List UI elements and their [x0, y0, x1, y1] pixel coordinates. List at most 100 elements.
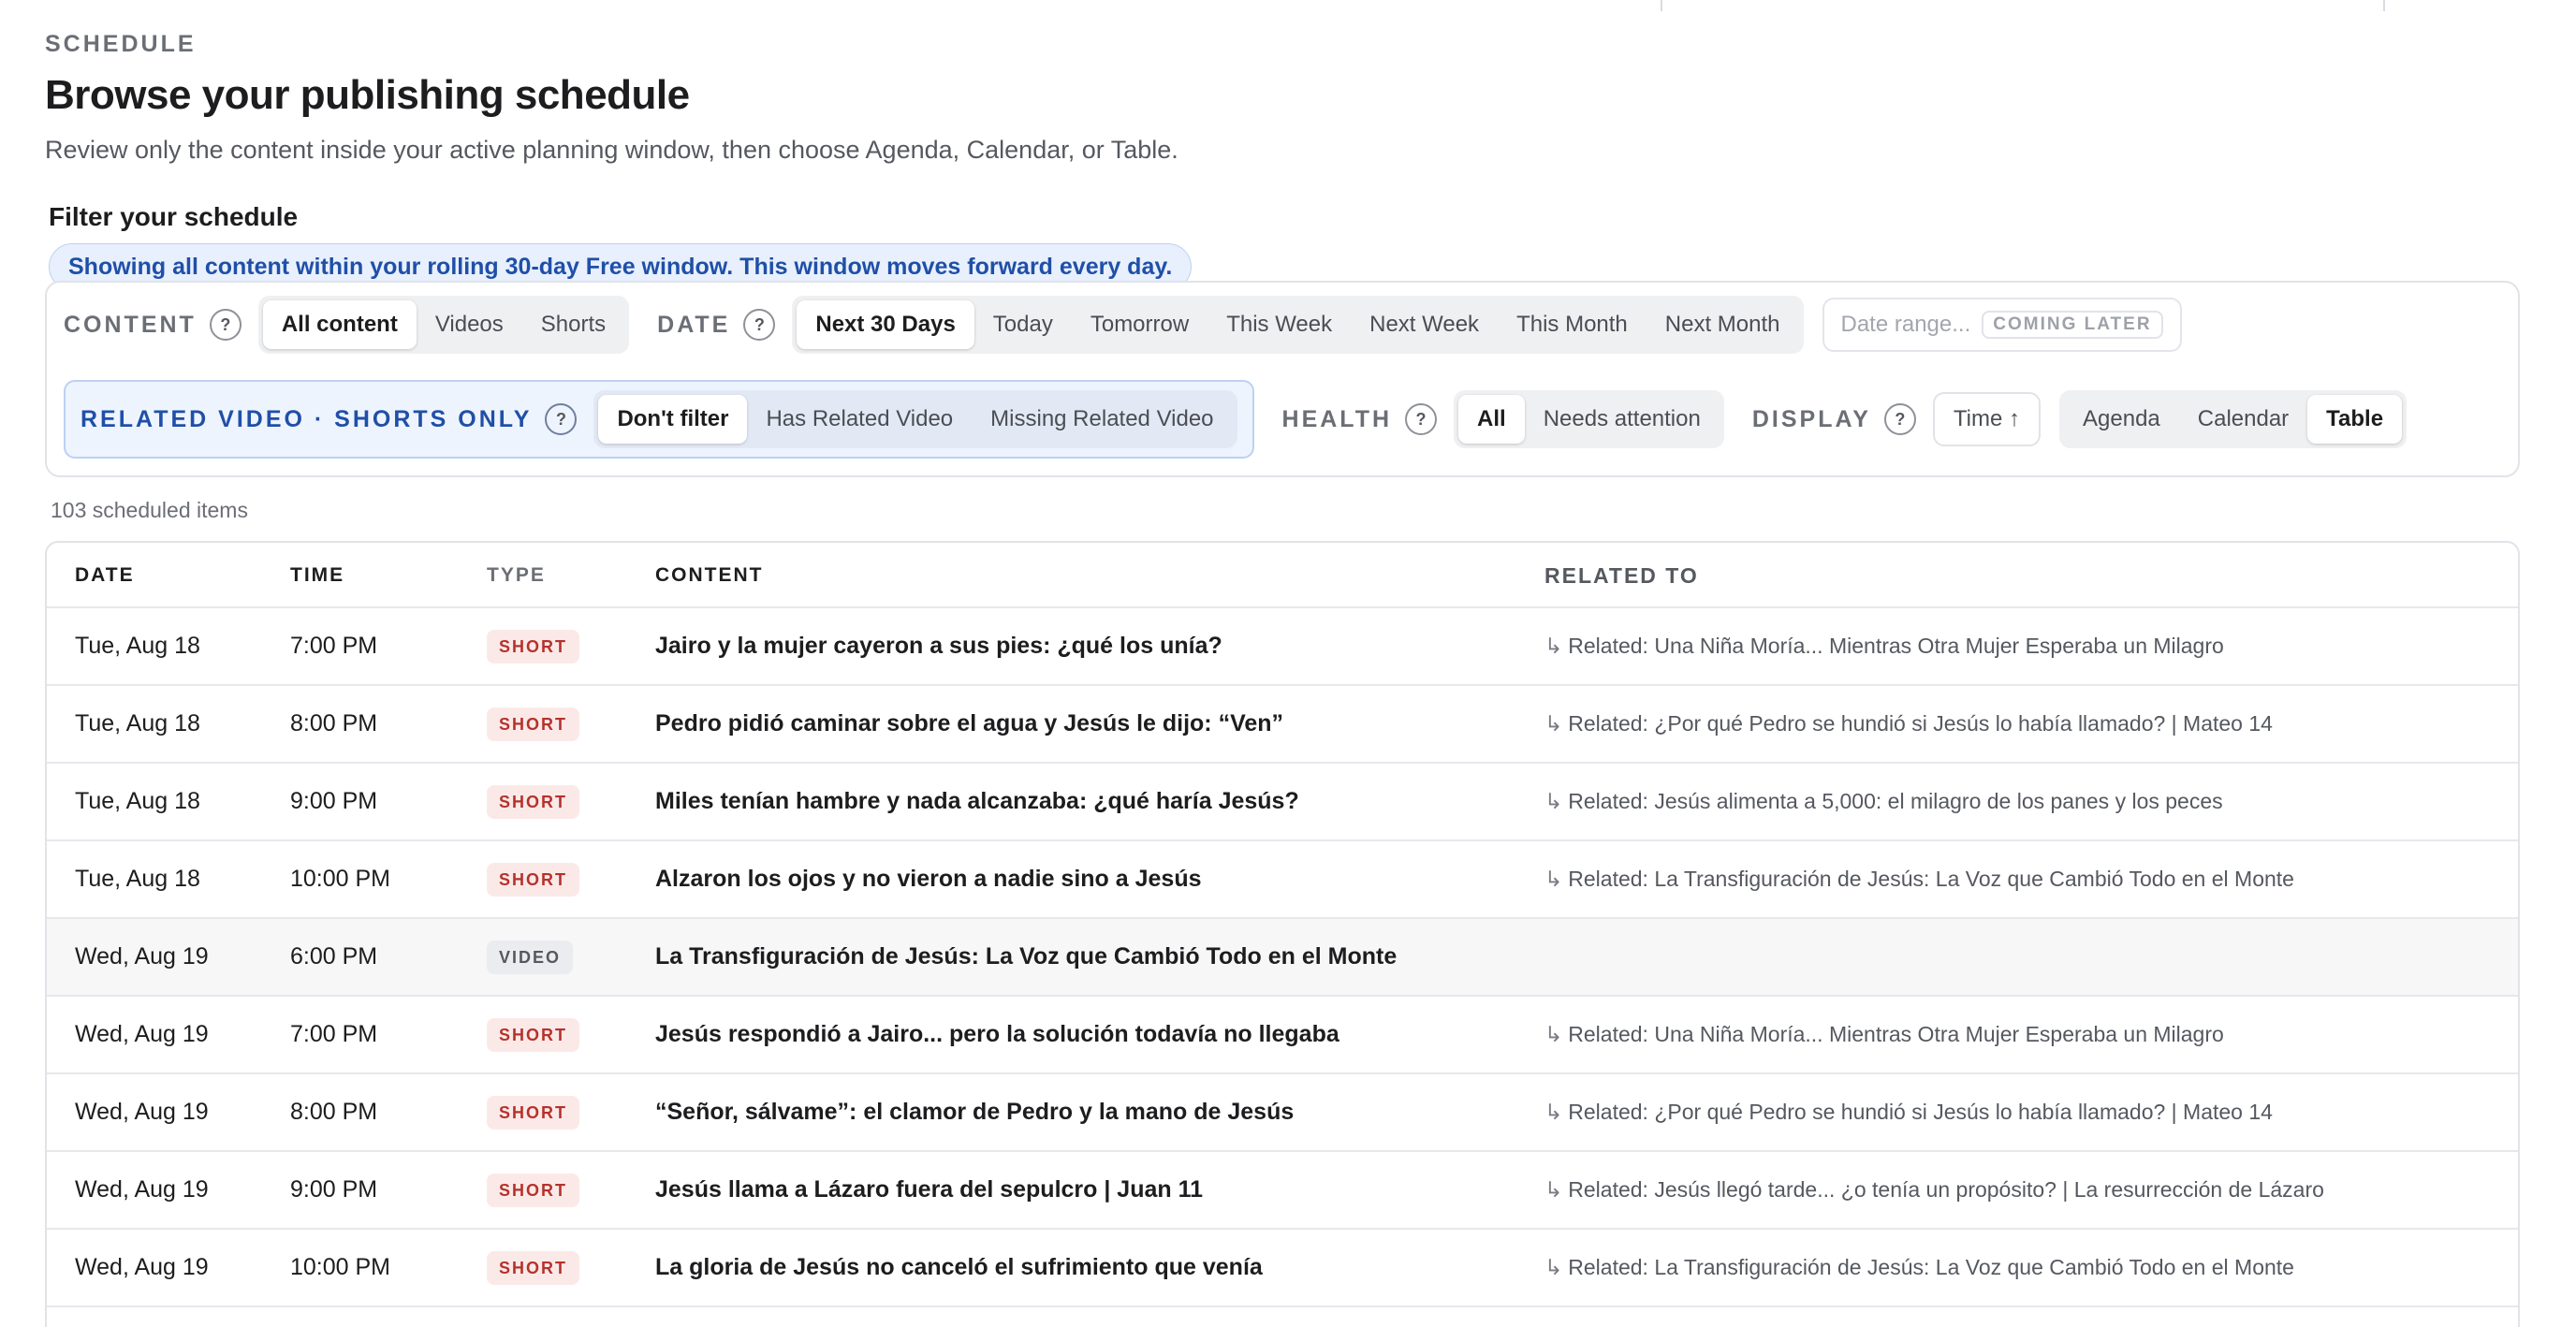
row-date: Wed, Aug 19: [75, 1099, 209, 1125]
column-header-content[interactable]: CONTENT: [655, 543, 764, 608]
related-option-missing-related[interactable]: Missing Related Video: [972, 395, 1232, 444]
schedule-page: SCHEDULE Browse your publishing schedule…: [45, 28, 2520, 1327]
date-option-next-month[interactable]: Next Month: [1647, 300, 1799, 349]
related-title[interactable]: Related: La Transfiguración de Jesús: La…: [1568, 867, 2294, 891]
row-type: SHORT: [487, 841, 579, 917]
coming-later-badge: COMING LATER: [1982, 311, 2163, 339]
date-range-placeholder: Date range...: [1840, 312, 1971, 337]
row-type: SHORT: [487, 1074, 579, 1150]
health-option-needs-attention[interactable]: Needs attention: [1525, 395, 1720, 444]
view-option-table[interactable]: Table: [2307, 395, 2403, 444]
table-row[interactable]: Tue, Aug 18 10:00 PM SHORT Alzaron los ojos…: [47, 841, 2518, 919]
top-dividers: [0, 0, 2576, 11]
column-header-time[interactable]: TIME: [290, 543, 344, 608]
table-row[interactable]: Wed, Aug 19 6:00 PM VIDEO La Transfiguració…: [47, 919, 2518, 997]
column-header-type[interactable]: TYPE: [487, 543, 546, 608]
content-filter-group: All content Videos Shorts: [257, 296, 630, 354]
row-content-title[interactable]: Alzaron los ojos y no vieron a nadie sin…: [655, 841, 1202, 917]
row-time: 9:00 PM: [290, 788, 378, 814]
content-option-all[interactable]: All content: [262, 300, 417, 349]
sort-time-button[interactable]: Time ↑: [1932, 392, 2042, 446]
display-help-icon[interactable]: ?: [1883, 403, 1916, 435]
related-filter-label: RELATED VIDEO · SHORTS ONLY: [80, 405, 533, 432]
date-option-this-week[interactable]: This Week: [1208, 300, 1351, 349]
health-filter-label: HEALTH: [1281, 405, 1393, 432]
view-option-agenda[interactable]: Agenda: [2064, 395, 2179, 444]
divider: [2383, 0, 2385, 11]
row-time: 7:00 PM: [290, 633, 378, 659]
table-row[interactable]: Tue, Aug 18 8:00 PM SHORT Pedro pidió camin…: [47, 686, 2518, 764]
row-type: SHORT: [487, 997, 579, 1072]
health-filter-group: All Needs attention: [1454, 390, 1724, 448]
content-option-videos[interactable]: Videos: [417, 300, 522, 349]
filter-row-2: RELATED VIDEO · SHORTS ONLY ? Don't filt…: [64, 380, 2408, 459]
table-row[interactable]: Tue, Aug 18 7:00 PM SHORT Jairo y la mujer …: [47, 608, 2518, 686]
filter-panel: CONTENT ? All content Videos Shorts DATE…: [45, 281, 2520, 477]
row-content-title[interactable]: La gloria de Jesús no canceló el sufrimi…: [655, 1230, 1263, 1305]
date-option-next-week[interactable]: Next Week: [1351, 300, 1498, 349]
row-related: ↳ Related: Jesús llegó tarde... ¿o tenía …: [1544, 1152, 2324, 1228]
row-related: ↳ Related: ¿Por qué Pedro se hundió si Je…: [1544, 686, 2273, 762]
display-view-group: Agenda Calendar Table: [2059, 390, 2408, 448]
row-related: ↳ Related: Una Niña Moría... Mientras Otr…: [1544, 997, 2224, 1072]
row-type: VIDEO: [487, 919, 574, 995]
row-related: ↳ Related: Una Niña Moría... Mientras Otr…: [1544, 608, 2224, 684]
row-content-title[interactable]: Miles tenían hambre y nada alcanzaba: ¿q…: [655, 764, 1299, 839]
corner-arrow-icon: ↳: [1544, 1100, 1563, 1124]
corner-arrow-icon: ↳: [1544, 789, 1563, 813]
filter-row-1: CONTENT ? All content Videos Shorts DATE…: [64, 296, 2182, 354]
date-help-icon[interactable]: ?: [743, 309, 776, 341]
row-type: SHORT: [487, 608, 579, 684]
content-filter-label: CONTENT: [64, 311, 197, 338]
schedule-table: DATE TIME TYPE CONTENT RELATED TO Tue, A…: [45, 541, 2520, 1327]
row-time: 8:00 PM: [290, 710, 378, 736]
table-row[interactable]: Wed, Aug 19 8:00 PM SHORT “Señor, sálvame”:…: [47, 1074, 2518, 1152]
row-date: Tue, Aug 18: [75, 866, 200, 892]
row-content-title[interactable]: “Señor, sálvame”: el clamor de Pedro y l…: [655, 1074, 1294, 1150]
related-title[interactable]: Related: ¿Por qué Pedro se hundió si Jes…: [1568, 1100, 2273, 1124]
date-option-tomorrow[interactable]: Tomorrow: [1072, 300, 1208, 349]
divider: [1661, 0, 1662, 11]
related-video-filter: RELATED VIDEO · SHORTS ONLY ? Don't filt…: [64, 380, 1254, 459]
row-date: Tue, Aug 18: [75, 710, 200, 736]
related-filter-group: Don't filter Has Related Video Missing R…: [593, 390, 1237, 448]
row-date: Tue, Aug 18: [75, 633, 200, 659]
content-option-shorts[interactable]: Shorts: [522, 300, 624, 349]
type-badge: SHORT: [487, 863, 579, 897]
table-row[interactable]: Tue, Aug 18 9:00 PM SHORT Miles tenían hamb…: [47, 764, 2518, 841]
row-related: ↳ Related: La Transfiguración de Jesús: L…: [1544, 841, 2294, 917]
related-title[interactable]: Related: Jesús llegó tarde... ¿o tenía u…: [1568, 1177, 2324, 1202]
related-option-has-related[interactable]: Has Related Video: [747, 395, 972, 444]
date-option-today[interactable]: Today: [974, 300, 1072, 349]
column-header-date[interactable]: DATE: [75, 543, 135, 608]
filter-title: Filter your schedule: [49, 202, 299, 231]
view-option-calendar[interactable]: Calendar: [2179, 395, 2307, 444]
row-content-title[interactable]: Jesús respondió a Jairo... pero la soluc…: [655, 997, 1339, 1072]
corner-arrow-icon: ↳: [1544, 634, 1563, 658]
related-title[interactable]: Related: Una Niña Moría... Mientras Otra…: [1568, 634, 2224, 658]
row-content-title[interactable]: Jesús llama a Lázaro fuera del sepulcro …: [655, 1152, 1203, 1228]
table-row[interactable]: Wed, Aug 19 7:00 PM SHORT Jesús respondió a…: [47, 997, 2518, 1074]
display-filter-label: DISPLAY: [1751, 405, 1871, 432]
corner-arrow-icon: ↳: [1544, 867, 1563, 891]
column-header-related[interactable]: RELATED TO: [1544, 543, 1699, 608]
health-option-all[interactable]: All: [1458, 395, 1525, 444]
related-title[interactable]: Related: Jesús alimenta a 5,000: el mila…: [1568, 789, 2222, 813]
row-content-title[interactable]: La Transfiguración de Jesús: La Voz que …: [655, 919, 1397, 995]
page-eyebrow: SCHEDULE: [45, 31, 197, 57]
health-help-icon[interactable]: ?: [1405, 403, 1438, 435]
related-help-icon[interactable]: ?: [545, 403, 578, 435]
related-option-dont-filter[interactable]: Don't filter: [598, 395, 748, 444]
row-content-title[interactable]: Pedro pidió caminar sobre el agua y Jesú…: [655, 686, 1283, 762]
row-date: Wed, Aug 19: [75, 1254, 209, 1280]
row-type: SHORT: [487, 1230, 579, 1305]
related-title[interactable]: Related: La Transfiguración de Jesús: La…: [1568, 1255, 2294, 1279]
date-option-this-month[interactable]: This Month: [1498, 300, 1647, 349]
related-title[interactable]: Related: ¿Por qué Pedro se hundió si Jes…: [1568, 711, 2273, 736]
row-content-title[interactable]: Jairo y la mujer cayeron a sus pies: ¿qu…: [655, 608, 1222, 684]
content-help-icon[interactable]: ?: [209, 309, 242, 341]
date-option-next-30-days[interactable]: Next 30 Days: [797, 300, 974, 349]
table-row[interactable]: Wed, Aug 19 10:00 PM SHORT La gloria de Jes…: [47, 1230, 2518, 1307]
table-row[interactable]: Wed, Aug 19 9:00 PM SHORT Jesús llama a Láz…: [47, 1152, 2518, 1230]
related-title[interactable]: Related: Una Niña Moría... Mientras Otra…: [1568, 1022, 2224, 1046]
